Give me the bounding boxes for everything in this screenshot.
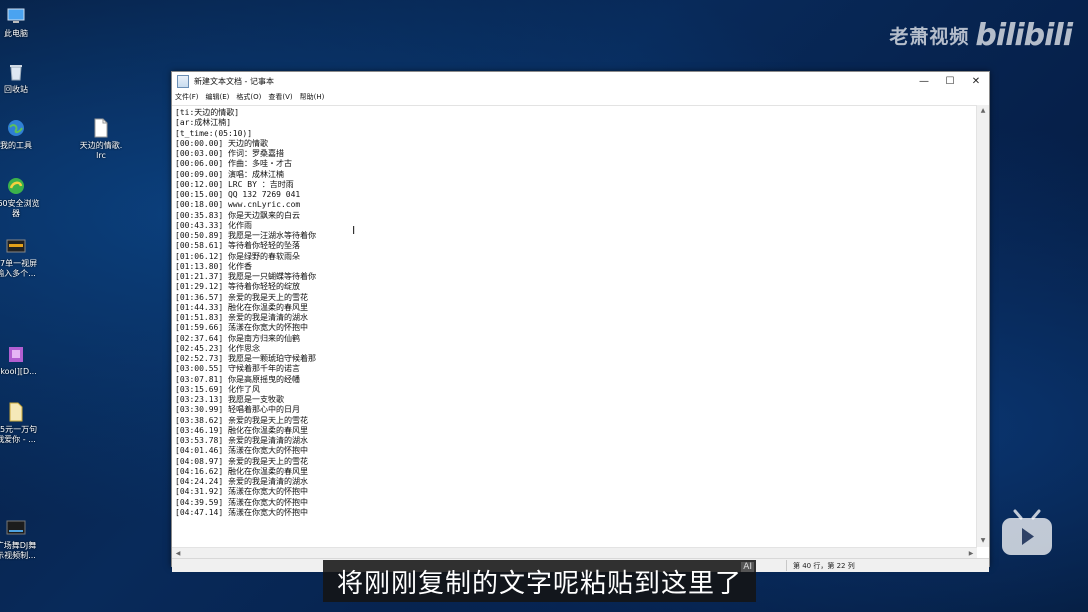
cursor-position: 第 40 行，第 22 列: [793, 562, 855, 570]
text-cursor-icon: I: [352, 224, 356, 237]
scroll-up-icon[interactable]: ▲: [977, 105, 989, 117]
package-icon: [9, 347, 23, 362]
window-titlebar[interactable]: 新建文本文档 - 记事本 — ☐ ✕: [172, 72, 989, 91]
folder-file-icon: [9, 402, 23, 422]
desktop-icon-video-editor[interactable]: 广场舞DJ舞 示视频制...: [0, 518, 46, 561]
desktop-icon-this-pc[interactable]: 此电脑: [0, 6, 46, 39]
menu-bar: 文件(F) 编辑(E) 格式(O) 查看(V) 帮助(H): [172, 91, 989, 103]
file-icon: [94, 118, 108, 138]
desktop-icon-video-app[interactable]: 27单一视屏 输入多个...: [0, 236, 46, 279]
desktop-icon-my-tools[interactable]: 我的工具: [0, 118, 46, 151]
desktop-icon-package[interactable]: ukool][D...: [0, 344, 46, 377]
status-divider: [786, 560, 787, 571]
close-button[interactable]: ✕: [963, 72, 989, 91]
minimize-button[interactable]: —: [911, 72, 937, 91]
notepad-window[interactable]: 新建文本文档 - 记事本 — ☐ ✕ 文件(F) 编辑(E) 格式(O) 查看(…: [171, 71, 990, 572]
watermark-brand: bilibili: [975, 18, 1073, 53]
desktop-icon-recycle-bin[interactable]: 回收站: [0, 62, 46, 95]
video-editor-icon: [6, 520, 26, 535]
video-subtitle: 将刚刚复制的文字呢粘贴到这里了 AI: [323, 560, 757, 602]
scroll-down-icon[interactable]: ▼: [977, 535, 989, 547]
video-app-icon: [6, 239, 26, 253]
recycle-bin-icon: [10, 65, 22, 81]
desktop-icon-360-browser[interactable]: 360安全浏览 器: [0, 176, 46, 219]
vertical-scrollbar[interactable]: ▲ ▼: [976, 105, 989, 547]
browser-icon: [8, 178, 24, 194]
menu-edit[interactable]: 编辑(E): [206, 92, 230, 102]
globe-icon: [8, 120, 24, 136]
bilibili-watermark: 老萧视频 bilibili: [889, 18, 1073, 53]
menu-file[interactable]: 文件(F): [175, 92, 199, 102]
desktop-icon-text-file[interactable]: 75元一万句 我爱你 - ...: [0, 402, 46, 445]
menu-help[interactable]: 帮助(H): [300, 92, 325, 102]
subtitle-text: 将刚刚复制的文字呢粘贴到这里了: [337, 568, 743, 599]
maximize-button[interactable]: ☐: [937, 72, 963, 91]
menu-format[interactable]: 格式(O): [236, 92, 261, 102]
window-title: 新建文本文档 - 记事本: [194, 77, 274, 86]
menu-view[interactable]: 查看(V): [268, 92, 292, 102]
editor-content[interactable]: [ti:天边的情歌] [ar:成林江楠] [t_time:(05:10)] [0…: [172, 106, 977, 518]
computer-icon: [7, 8, 25, 23]
bilibili-tv-icon: [1002, 509, 1052, 555]
desktop-icon-lrc-file[interactable]: 天边的情歌. lrc: [71, 118, 131, 161]
text-editor[interactable]: [ti:天边的情歌] [ar:成林江楠] [t_time:(05:10)] [0…: [172, 105, 977, 548]
ai-badge: AI: [741, 562, 755, 572]
watermark-author: 老萧视频: [889, 26, 970, 48]
notepad-icon: [177, 75, 189, 88]
